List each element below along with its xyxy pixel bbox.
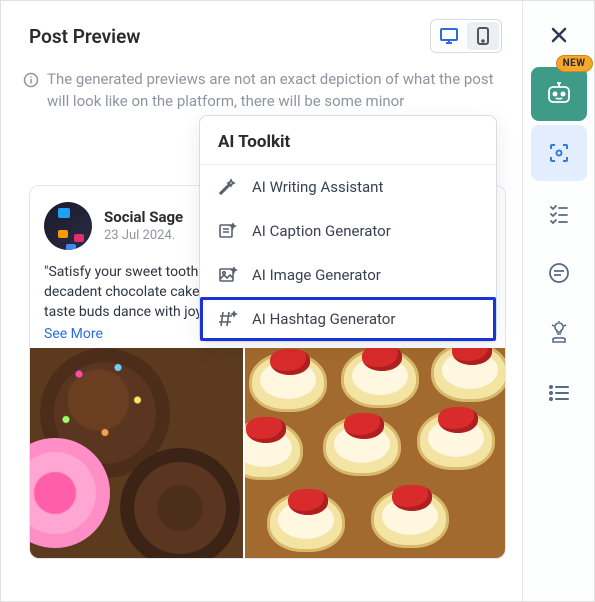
magic-wand-icon — [218, 177, 238, 197]
mobile-icon — [477, 27, 489, 45]
sidebar-comment-button[interactable] — [531, 245, 587, 301]
focus-icon — [547, 141, 571, 165]
list-icon — [548, 382, 570, 404]
robot-icon — [544, 81, 574, 107]
sidebar-idea-button[interactable] — [531, 305, 587, 361]
page-title: Post Preview — [29, 25, 140, 48]
hashtag-sparkle-icon — [218, 309, 238, 329]
sidebar-checklist-button[interactable] — [531, 185, 587, 241]
checklist-icon — [548, 202, 570, 224]
ai-toolkit-dropdown: AI Toolkit AI Writing Assistant AI Capti… — [199, 115, 497, 342]
info-icon — [23, 72, 39, 88]
toolkit-item-caption[interactable]: AI Caption Generator — [200, 209, 496, 253]
toolkit-item-label: AI Caption Generator — [252, 222, 391, 240]
sidebar-ai-bot[interactable]: NEW — [531, 67, 587, 121]
post-date: 23 Jul 2024. — [104, 228, 183, 243]
avatar — [44, 202, 92, 250]
toolkit-item-label: AI Hashtag Generator — [252, 310, 395, 328]
sidebar-focus-button[interactable] — [531, 125, 587, 181]
device-toggle — [430, 19, 502, 53]
post-images — [30, 348, 505, 558]
desktop-view-button[interactable] — [433, 22, 465, 50]
toolkit-title: AI Toolkit — [200, 116, 496, 165]
info-note: The generated previews are not an exact … — [1, 65, 522, 113]
close-button[interactable] — [537, 15, 581, 55]
right-sidebar: NEW — [522, 1, 594, 601]
toolkit-item-image[interactable]: AI Image Generator — [200, 253, 496, 297]
post-image-2 — [245, 348, 505, 558]
close-icon — [549, 25, 569, 45]
new-badge: NEW — [556, 55, 593, 72]
toolkit-item-label: AI Writing Assistant — [252, 178, 383, 196]
mobile-view-button[interactable] — [467, 22, 499, 50]
sidebar-list-button[interactable] — [531, 365, 587, 421]
comment-icon — [547, 261, 571, 285]
toolkit-item-label: AI Image Generator — [252, 266, 381, 284]
post-image-1 — [30, 348, 243, 558]
caption-icon — [218, 221, 238, 241]
toolkit-item-hashtag[interactable]: AI Hashtag Generator — [200, 297, 496, 341]
idea-hand-icon — [547, 321, 571, 345]
desktop-icon — [440, 28, 458, 44]
post-author: Social Sage — [104, 208, 183, 226]
image-sparkle-icon — [218, 265, 238, 285]
info-text: The generated previews are not an exact … — [47, 69, 502, 113]
toolkit-item-writing[interactable]: AI Writing Assistant — [200, 165, 496, 209]
